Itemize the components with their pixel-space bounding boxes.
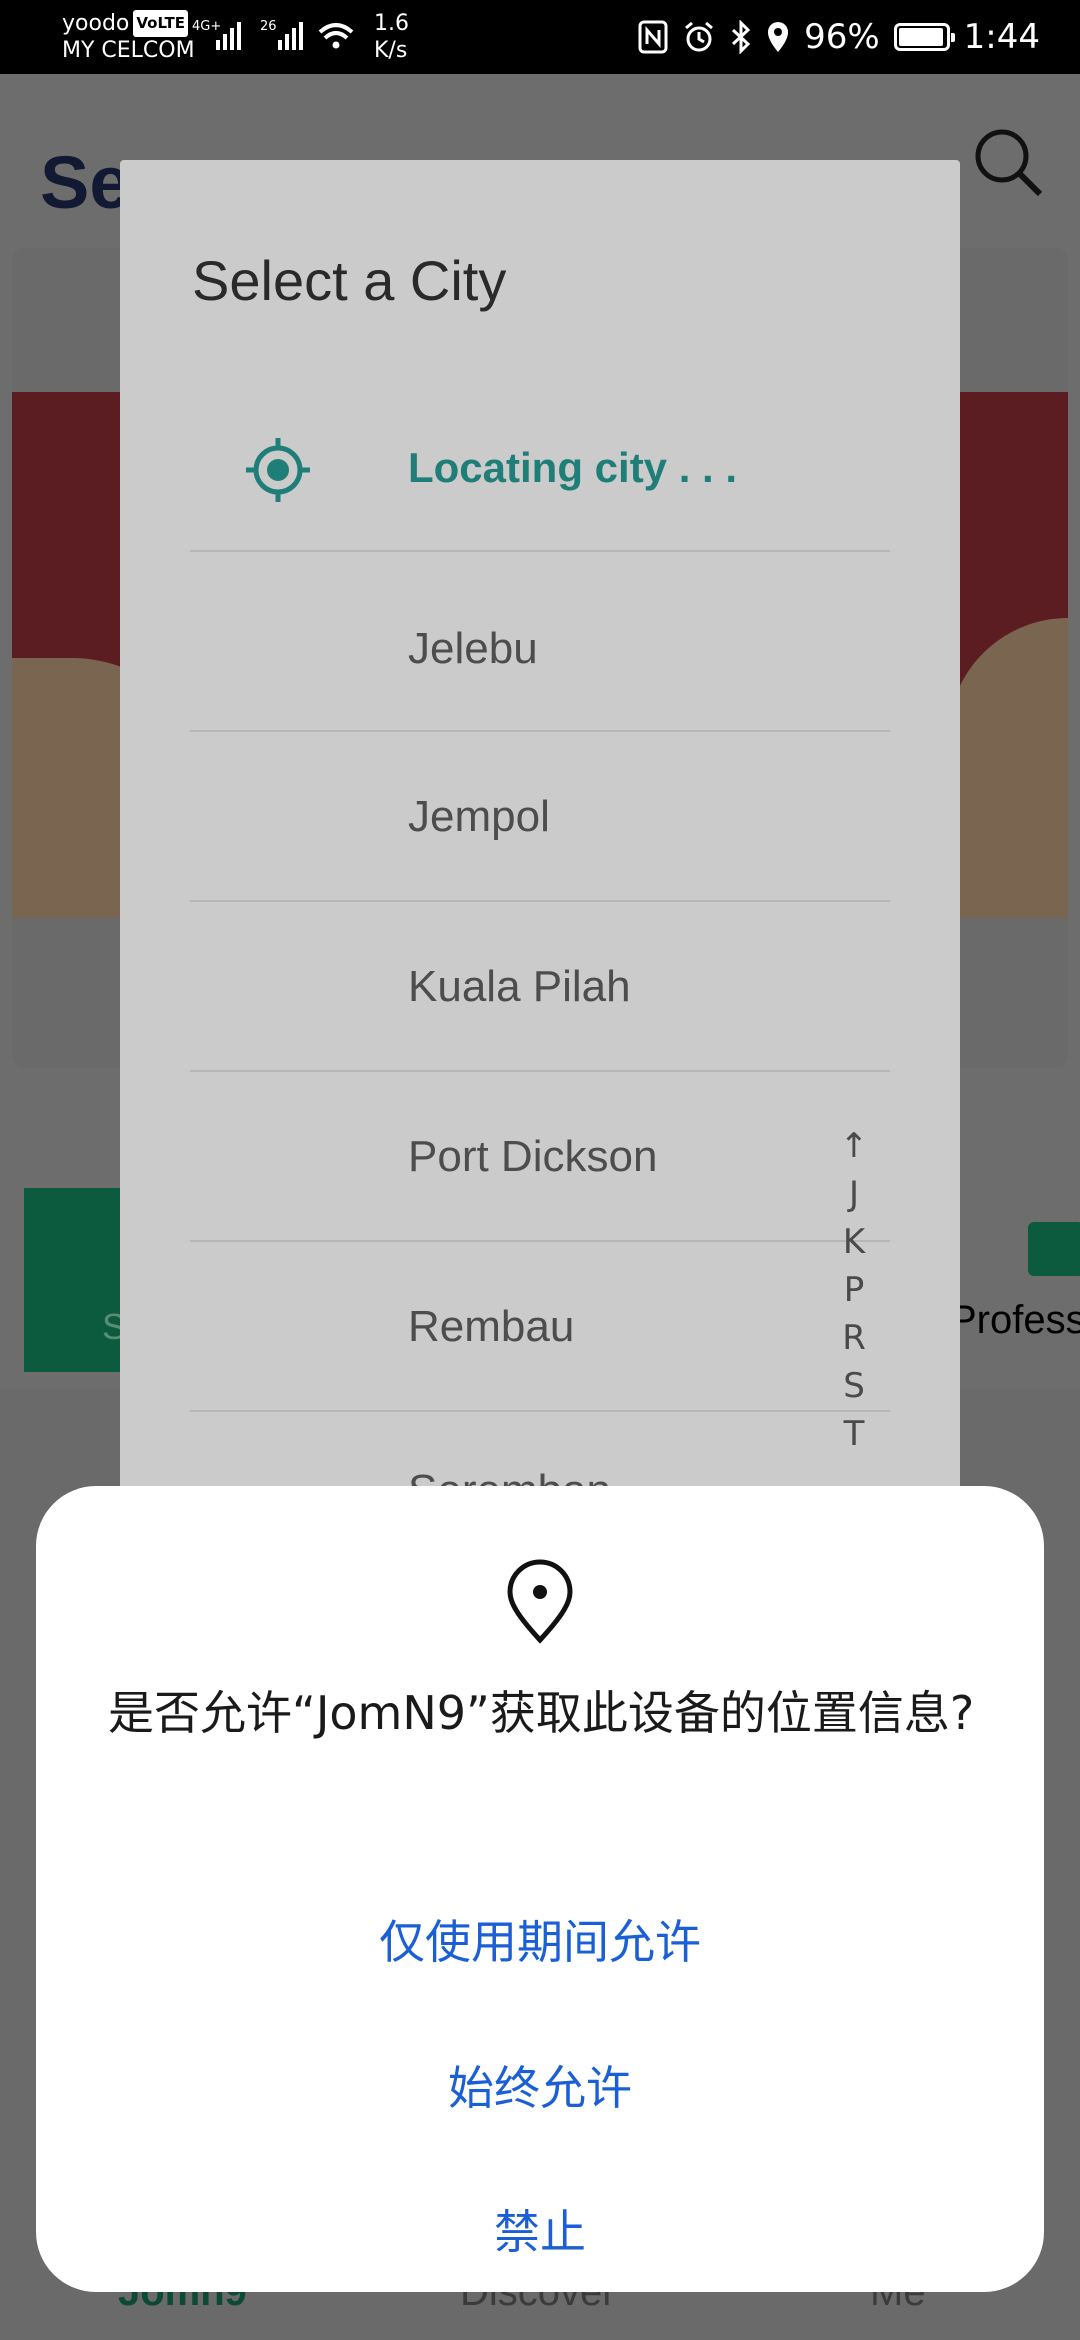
carrier-info: yoodo VoLTE MY CELCOM: [62, 10, 195, 64]
location-permission-sheet: 是否允许“JomN9”获取此设备的位置信息? 仅使用期间允许 始终允许 禁止: [36, 1486, 1044, 2292]
category-label-professional: Profess: [950, 1298, 1080, 1342]
index-t[interactable]: T: [844, 1410, 865, 1458]
divider: [190, 1240, 890, 1242]
deny-button[interactable]: 禁止: [36, 2196, 1044, 2262]
divider: [190, 1410, 890, 1412]
alarm-icon: [685, 21, 714, 52]
city-item-rembau[interactable]: Rembau: [408, 1302, 574, 1352]
network-speed: 1.6 K/s: [374, 10, 409, 64]
signal-icon: 4G+ 26: [192, 19, 354, 50]
volte-badge: VoLTE: [133, 10, 189, 37]
speed-value: 1.6: [374, 11, 409, 36]
allow-while-using-button[interactable]: 仅使用期间允许: [36, 1906, 1044, 1972]
status-icons: 96% 1:44: [638, 14, 1040, 60]
locating-city-text[interactable]: Locating city . . .: [408, 444, 737, 492]
carrier-bottom: MY CELCOM: [62, 38, 195, 63]
select-city-dialog: Select a City Locating city . . . Jelebu…: [120, 160, 960, 1490]
dialog-title: Select a City: [192, 249, 507, 312]
carrier-top: yoodo: [62, 11, 130, 36]
battery-level-fill: [898, 28, 943, 46]
search-icon: [975, 129, 1043, 197]
city-item-jempol[interactable]: Jempol: [408, 792, 550, 842]
locate-target-icon[interactable]: [242, 434, 314, 506]
location-pin-icon: [507, 1559, 573, 1644]
net-label-b: 26: [260, 19, 277, 34]
speed-unit: K/s: [374, 38, 408, 63]
alphabet-index[interactable]: ↑ J K P R S T: [824, 1122, 884, 1458]
divider: [190, 550, 890, 552]
index-s[interactable]: S: [843, 1362, 865, 1410]
divider: [190, 730, 890, 732]
city-item-port-dickson[interactable]: Port Dickson: [408, 1132, 657, 1182]
app-page-title: Se: [40, 141, 131, 224]
status-bar: yoodo VoLTE MY CELCOM 4G+ 26 1.6 K/s 96% …: [0, 0, 1080, 74]
divider: [190, 1070, 890, 1072]
net-label-a: 4G+: [192, 19, 221, 34]
permission-question: 是否允许“JomN9”获取此设备的位置信息?: [108, 1686, 975, 1740]
always-allow-button[interactable]: 始终允许: [36, 2052, 1044, 2118]
briefcase-icon: [1028, 1222, 1080, 1276]
battery-icon: [893, 23, 955, 51]
index-k[interactable]: K: [843, 1218, 865, 1266]
battery-percent: 96%: [804, 17, 880, 57]
city-item-jelebu[interactable]: Jelebu: [408, 624, 538, 674]
index-top[interactable]: ↑: [840, 1122, 869, 1170]
index-j[interactable]: J: [849, 1170, 859, 1218]
bluetooth-icon: [732, 20, 751, 54]
city-item-kuala-pilah[interactable]: Kuala Pilah: [408, 962, 631, 1012]
index-r[interactable]: R: [842, 1314, 866, 1362]
index-p[interactable]: P: [844, 1266, 865, 1314]
nfc-icon: [638, 20, 668, 54]
location-status-icon: [768, 22, 789, 52]
divider: [190, 900, 890, 902]
clock: 1:44: [963, 17, 1040, 57]
